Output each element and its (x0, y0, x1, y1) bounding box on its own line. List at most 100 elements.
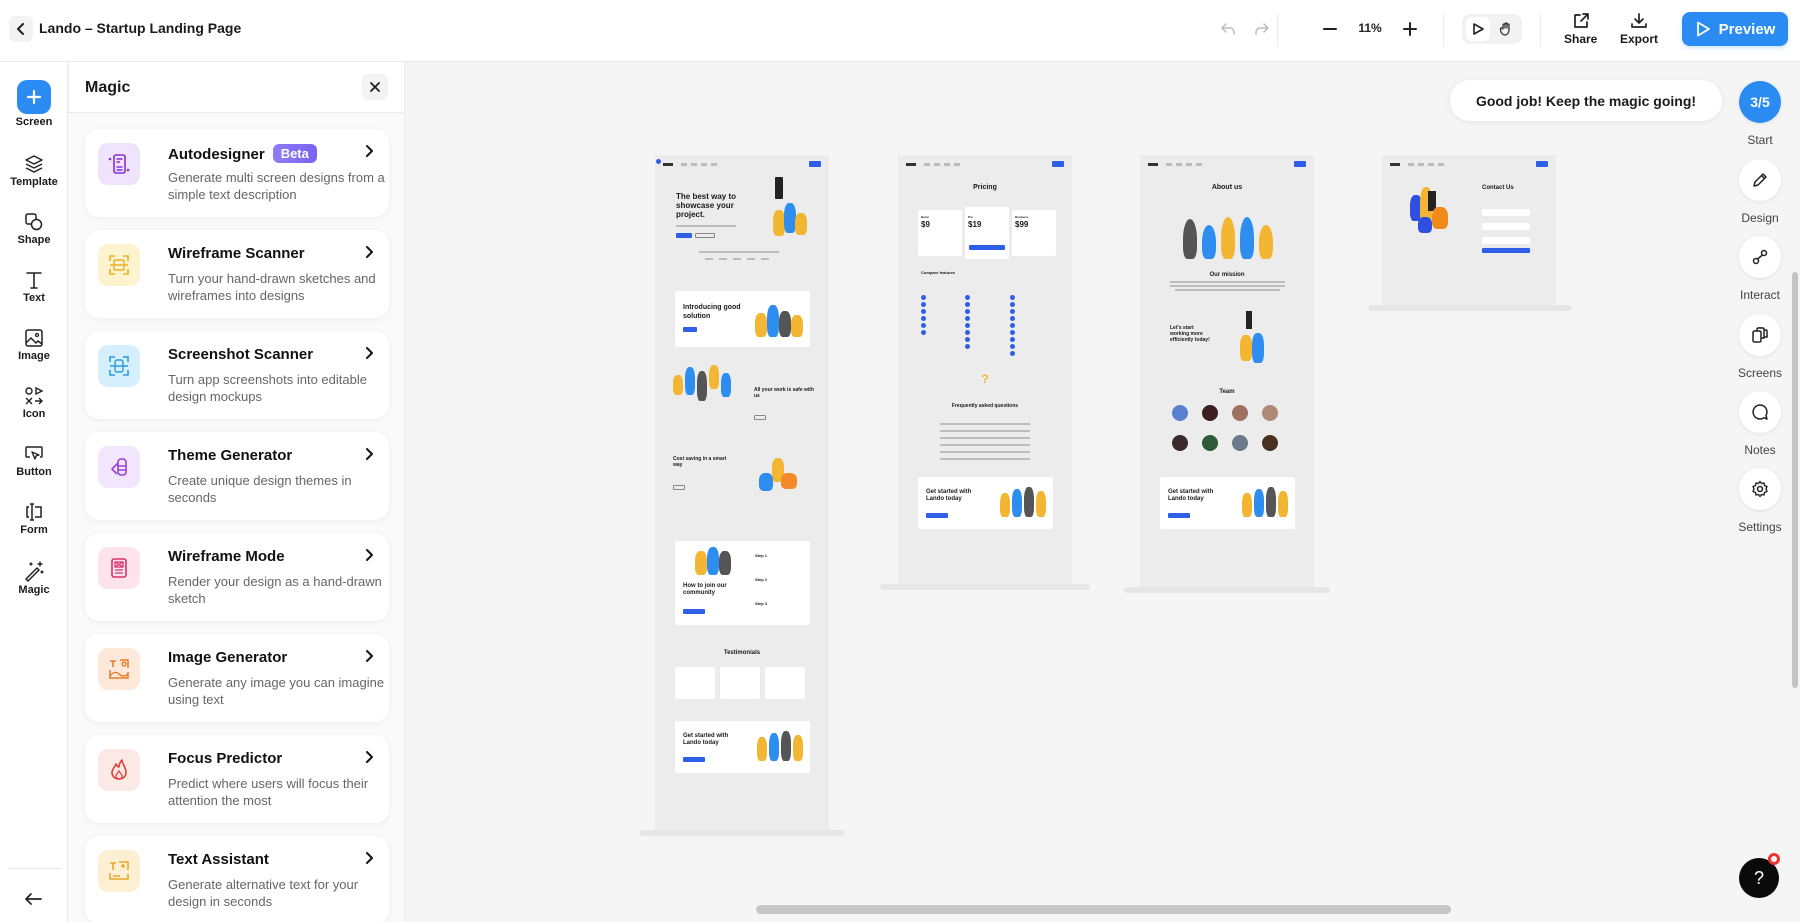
magic-card-screenshot-scanner[interactable]: Screenshot Scanner Turn app screenshots … (85, 331, 389, 419)
decoration (1000, 493, 1010, 517)
decoration (1262, 405, 1278, 421)
decoration (1262, 435, 1278, 451)
rail-item-magic[interactable]: Magic (0, 560, 68, 596)
decoration (1259, 225, 1273, 259)
form-field-icon (26, 503, 42, 521)
mini-heading: All your work is safe with us (754, 387, 815, 399)
illustration (673, 375, 683, 395)
right-rail-notes[interactable]: Notes (1738, 391, 1782, 457)
decoration (921, 309, 926, 314)
magic-card-theme-generator[interactable]: Theme Generator Create unique design the… (85, 432, 389, 520)
image-icon (25, 329, 43, 347)
illustration (721, 373, 731, 397)
rail-label: Image (18, 350, 50, 362)
decoration (1254, 489, 1264, 517)
vertical-scrollbar[interactable] (1792, 272, 1798, 688)
zoom-level[interactable]: 11% (1358, 21, 1382, 35)
share-icon (1573, 13, 1589, 28)
screen-base (1124, 587, 1330, 593)
card-title: Wireframe Mode (168, 548, 285, 565)
card-description: Turn app screenshots into editable desig… (168, 372, 367, 404)
decoration (940, 423, 1030, 425)
mini-button (683, 327, 697, 332)
collapse-panel-button[interactable] (18, 884, 48, 914)
horizontal-scrollbar[interactable] (756, 905, 1451, 914)
close-panel-button[interactable] (362, 74, 388, 100)
rail-label: Interact (1739, 288, 1781, 302)
right-rail-screens[interactable]: Screens (1738, 314, 1782, 380)
magic-card-image-generator[interactable]: Image Generator Generate any image you c… (85, 634, 389, 722)
rail-item-form[interactable]: Form (0, 502, 68, 536)
image-generator-icon (98, 648, 140, 690)
mini-nav (1390, 161, 1548, 169)
screen-thumbnail-home[interactable]: The best way to showcase your project. I… (655, 155, 829, 830)
decoration (921, 323, 926, 328)
rail-label: Icon (22, 408, 46, 420)
form-field (1482, 237, 1530, 244)
screen-thumbnail-about[interactable]: About us Our mission Let's start working… (1140, 155, 1314, 589)
rail-item-screen[interactable]: Screen (0, 80, 68, 128)
mini-heading: Get started with Lando today (1168, 489, 1214, 502)
zoom-out-button[interactable] (1318, 17, 1342, 41)
panel-title: Magic (85, 79, 131, 96)
decoration (1202, 435, 1218, 451)
zoom-in-button[interactable] (1398, 17, 1422, 41)
right-rail-interact[interactable]: Interact (1738, 236, 1782, 302)
screen-thumbnail-pricing[interactable]: Pricing Basic $9 Pro $19 Business $99 Co… (898, 155, 1072, 587)
decoration (906, 163, 916, 166)
decoration (965, 316, 970, 321)
decoration (1012, 489, 1022, 517)
rail-item-text[interactable]: Text (0, 270, 68, 304)
decoration (1739, 236, 1781, 278)
redo-button[interactable] (1250, 17, 1274, 41)
undo-button[interactable] (1216, 17, 1240, 41)
illustration (779, 311, 791, 337)
decoration (1246, 311, 1252, 329)
magic-card-wireframe-mode[interactable]: Wireframe Mode Render your design as a h… (85, 533, 389, 621)
selection-dot (656, 159, 661, 164)
rail-item-template[interactable]: Template (0, 154, 68, 188)
hand-tool-button[interactable] (1494, 17, 1518, 41)
decoration (108, 154, 130, 174)
magic-card-autodesigner[interactable]: Autodesigner Beta Generate multi screen d… (85, 129, 389, 217)
preview-button[interactable]: Preview (1682, 12, 1788, 46)
decoration (940, 437, 1030, 439)
illustration (707, 547, 719, 575)
right-rail-settings[interactable]: Settings (1738, 468, 1782, 534)
magic-card-focus-predictor[interactable]: Focus Predictor Predict where users will… (85, 735, 389, 823)
illustration (719, 551, 731, 575)
left-toolbar: Screen Template Shape Text Image Icon Bu… (0, 62, 68, 922)
chevron-right-icon (366, 246, 373, 258)
text-line (676, 225, 736, 227)
rail-item-icon[interactable]: Icon (0, 386, 68, 420)
form-field (1482, 223, 1530, 230)
illustration (769, 733, 779, 761)
chevron-left-icon (17, 23, 24, 35)
right-rail-design[interactable]: Design (1738, 159, 1782, 225)
rail-item-button[interactable]: Button (0, 444, 68, 478)
decoration (940, 444, 1030, 446)
top-bar: Lando – Startup Landing Page 11% Share E… (0, 0, 1800, 62)
magic-card-text-assistant[interactable]: Text Assistant Generate alternative text… (85, 836, 389, 922)
onboarding-progress-button[interactable]: 3/5 Start (1738, 81, 1782, 147)
redo-icon (1255, 23, 1269, 35)
notification-badge (1768, 853, 1780, 865)
step-label: Step 1 (755, 553, 768, 558)
screen-thumbnail-contact[interactable]: Contact Us (1382, 155, 1556, 305)
mini-heading: About us (1211, 184, 1243, 191)
magic-card-wireframe-scanner[interactable]: Wireframe Scanner Turn your hand-drawn s… (85, 230, 389, 318)
decoration (1232, 435, 1248, 451)
mini-nav (1148, 161, 1306, 169)
rail-item-shape[interactable]: Shape (0, 212, 68, 246)
chevron-right-icon (366, 751, 373, 763)
decoration (109, 255, 129, 275)
design-canvas[interactable] (406, 62, 1800, 922)
illustration (759, 473, 773, 491)
export-button[interactable]: Export (1620, 12, 1658, 46)
select-tool-button[interactable] (1466, 17, 1490, 41)
rail-item-image[interactable]: Image (0, 328, 68, 362)
decoration (1036, 491, 1046, 517)
share-button[interactable]: Share (1564, 12, 1597, 46)
pointer-icon (1473, 23, 1484, 35)
back-button[interactable] (9, 16, 33, 42)
